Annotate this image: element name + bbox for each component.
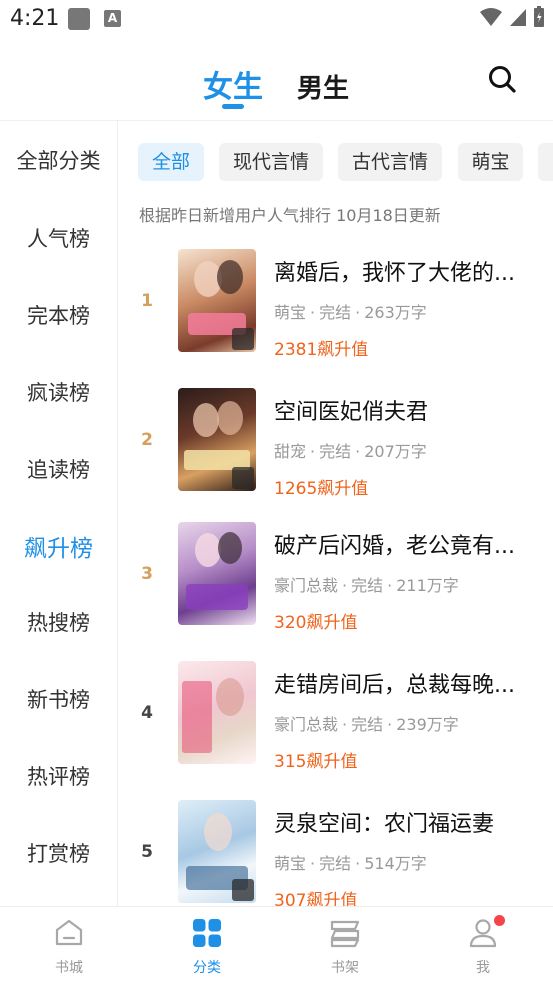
book-meta: 萌宝 · 完结 · 514万字 bbox=[274, 854, 427, 873]
chip-more[interactable] bbox=[538, 143, 553, 181]
book-score: 2381飙升值 bbox=[274, 340, 369, 360]
book-score: 320飙升值 bbox=[274, 613, 358, 633]
sidebar-item-hot-reviews[interactable]: 热评榜 bbox=[0, 761, 117, 791]
book-title: 离婚后，我怀了大佬的... bbox=[274, 261, 515, 286]
notification-square-icon bbox=[68, 8, 90, 30]
rank-number: 1 bbox=[141, 291, 153, 311]
rank-number: 3 bbox=[141, 564, 153, 584]
book-title: 空间医妃俏夫君 bbox=[274, 400, 429, 425]
bottom-tab-me[interactable]: 我 bbox=[414, 907, 552, 985]
audio-badge-icon bbox=[232, 879, 254, 901]
bookshelf-icon bbox=[330, 920, 360, 948]
home-icon bbox=[55, 919, 83, 946]
chip-all[interactable]: 全部 bbox=[138, 143, 204, 181]
book-item[interactable]: 3 破产后闪婚，老公竟有... 豪门总裁 · 完结 · 211万字 320飙升值 bbox=[120, 522, 553, 633]
bottom-tab-category[interactable]: 分类 bbox=[138, 907, 276, 985]
book-score: 1265飙升值 bbox=[274, 479, 369, 499]
top-nav: 女生 男生 bbox=[0, 48, 553, 118]
sidebar-item-rising[interactable]: 飙升榜 bbox=[0, 529, 117, 563]
sidebar-item-rewards[interactable]: 打赏榜 bbox=[0, 838, 117, 868]
wifi-icon bbox=[480, 8, 502, 26]
chip-ancient-romance[interactable]: 古代言情 bbox=[338, 143, 442, 181]
book-title: 灵泉空间：农门福运妻 bbox=[274, 812, 495, 837]
book-meta: 豪门总裁 · 完结 · 239万字 bbox=[274, 715, 459, 734]
book-cover bbox=[178, 800, 256, 903]
sidebar-header-all-categories[interactable]: 全部分类 bbox=[0, 145, 117, 175]
chip-modern-romance[interactable]: 现代言情 bbox=[219, 143, 323, 181]
book-title: 走错房间后，总裁每晚... bbox=[274, 673, 515, 698]
book-meta: 萌宝 · 完结 · 263万字 bbox=[274, 303, 427, 322]
category-icon bbox=[193, 919, 221, 947]
book-cover bbox=[178, 388, 256, 491]
book-meta: 甜宠 · 完结 · 207万字 bbox=[274, 442, 427, 461]
book-item[interactable]: 4 走错房间后，总裁每晚... 豪门总裁 · 完结 · 239万字 315飙升值 bbox=[120, 661, 553, 772]
book-item[interactable]: 5 灵泉空间：农门福运妻 萌宝 · 完结 · 514万字 307飙升值 bbox=[120, 800, 553, 911]
book-item[interactable]: 2 空间医妃俏夫君 甜宠 · 完结 · 207万字 1265飙升值 bbox=[120, 388, 553, 499]
sidebar-item-popular[interactable]: 人气榜 bbox=[0, 223, 117, 253]
signal-icon bbox=[510, 9, 526, 26]
bottom-tab-bookshelf[interactable]: 书架 bbox=[276, 907, 414, 985]
book-cover bbox=[178, 522, 256, 625]
bottom-tab-bookstore[interactable]: 书城 bbox=[0, 907, 138, 985]
rank-number: 2 bbox=[141, 430, 153, 450]
audio-badge-icon bbox=[232, 467, 254, 489]
book-meta: 豪门总裁 · 完结 · 211万字 bbox=[274, 576, 459, 595]
search-icon[interactable] bbox=[487, 64, 517, 94]
book-item[interactable]: 1 离婚后，我怀了大佬的... 萌宝 · 完结 · 263万字 2381飙升值 bbox=[120, 249, 553, 360]
battery-icon bbox=[534, 6, 544, 27]
sidebar-item-hot-search[interactable]: 热搜榜 bbox=[0, 607, 117, 637]
book-title: 破产后闪婚，老公竟有... bbox=[274, 534, 515, 559]
status-bar: 4:21 A bbox=[0, 0, 553, 40]
audio-badge-icon bbox=[232, 328, 254, 350]
keyboard-a-icon: A bbox=[104, 10, 121, 27]
sidebar-item-follow-read[interactable]: 追读榜 bbox=[0, 454, 117, 484]
active-tab-indicator bbox=[222, 104, 244, 109]
book-cover bbox=[178, 661, 256, 764]
rank-number: 5 bbox=[141, 842, 153, 862]
sidebar-item-completed[interactable]: 完本榜 bbox=[0, 300, 117, 330]
category-sidebar: 全部分类 人气榜 完本榜 疯读榜 追读榜 飙升榜 热搜榜 新书榜 热评榜 打赏榜 bbox=[0, 121, 118, 907]
rank-number: 4 bbox=[141, 703, 153, 723]
notification-dot bbox=[494, 915, 505, 926]
tab-female[interactable]: 女生 bbox=[203, 62, 263, 106]
ranking-info: 根据昨日新增用户人气排行 10月18日更新 bbox=[139, 206, 441, 225]
genre-chips: 全部 现代言情 古代言情 萌宝 bbox=[138, 143, 553, 181]
sidebar-item-new-books[interactable]: 新书榜 bbox=[0, 684, 117, 714]
bottom-tab-bar: 书城 分类 书架 我 bbox=[0, 906, 553, 985]
tab-male[interactable]: 男生 bbox=[297, 68, 349, 105]
status-time: 4:21 bbox=[10, 6, 60, 31]
book-score: 315飙升值 bbox=[274, 752, 358, 772]
book-cover bbox=[178, 249, 256, 352]
chip-cute-baby[interactable]: 萌宝 bbox=[458, 143, 523, 181]
sidebar-item-crazy-read[interactable]: 疯读榜 bbox=[0, 377, 117, 407]
